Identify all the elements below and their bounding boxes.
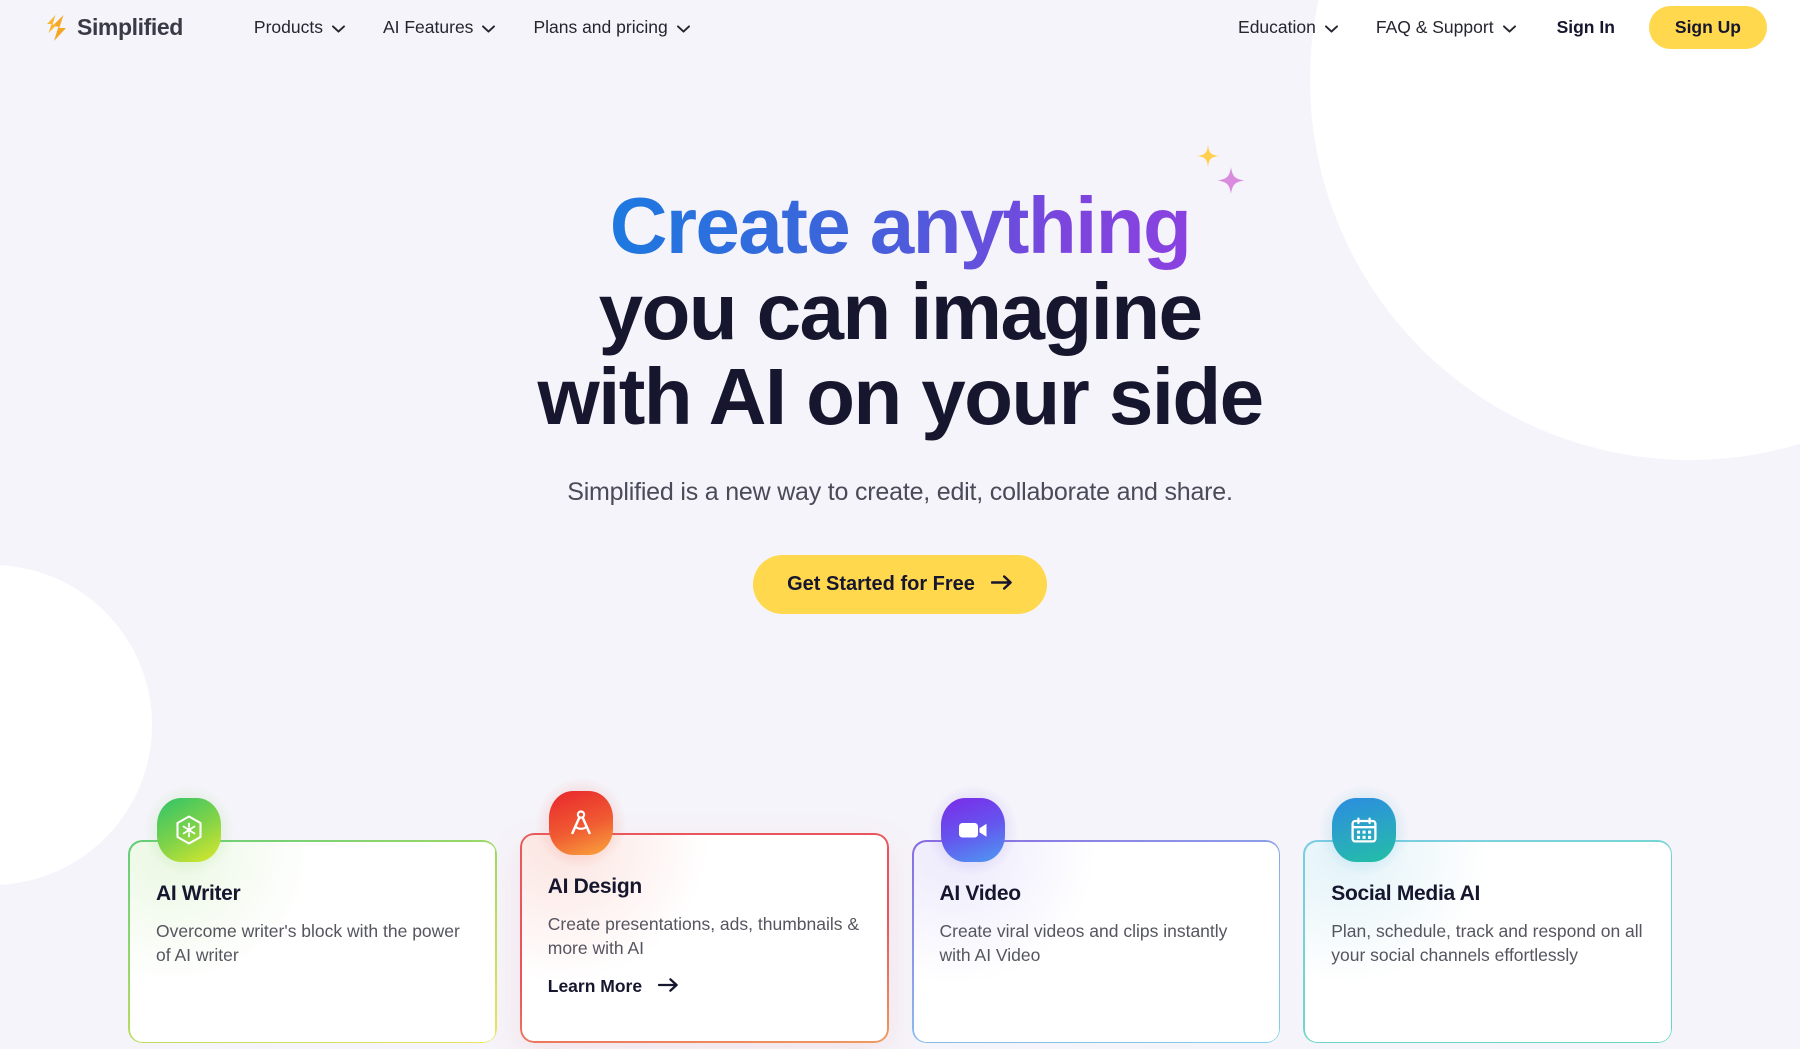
nav-item-faq-and-support-label: FAQ & Support [1375,17,1494,37]
feature-card-ai-video[interactable]: AI Video Create viral videos and clips i… [911,784,1281,1043]
page-title: Create anything you can imagine with AI … [0,145,1800,442]
simplified-bolt-logo-icon [46,14,72,42]
nav-item-education-label: Education [1238,17,1316,37]
primary-nav: Products AI Features Plans and pricing [235,8,709,47]
headline-line-1: Create anything [0,145,1800,270]
card-title: AI Writer [156,882,241,905]
headline-line-2: you can imagine [598,266,1203,356]
calendar-icon [1318,784,1411,876]
nav-item-products-label: Products [253,17,323,37]
nav-item-products[interactable]: Products [235,8,364,47]
hero-subtitle: Simplified is a new way to create, edit,… [567,477,1233,506]
feature-card-social-media-ai[interactable]: Social Media AI Plan, schedule, track an… [1303,784,1672,1043]
card-title: AI Design [547,875,642,898]
card-description: Plan, schedule, track and respond on all… [1331,921,1643,966]
sparkle-yellow-icon [1197,145,1220,167]
hero-section: Create anything you can imagine with AI … [0,55,1800,614]
card-description: Create presentations, ads, thumbnails & … [547,914,860,959]
video-camera-icon [926,784,1019,876]
nav-item-plans-and-pricing-label: Plans and pricing [533,17,668,37]
nav-item-ai-features-label: AI Features [382,17,474,37]
arrow-right-icon [657,976,679,997]
headline-line-3: with AI on your side [537,352,1264,442]
chevron-down-icon [1324,17,1338,38]
feature-card-ai-design[interactable]: AI Design Create presentations, ads, thu… [519,777,889,1043]
chevron-down-icon [676,17,690,38]
sparkles-decoration [1194,139,1254,209]
compass-drafting-icon [534,777,627,869]
chevron-down-icon [332,17,345,38]
brand-name: Simplified [77,14,183,40]
chevron-down-icon [1502,17,1516,38]
sparkle-pink-icon [1217,167,1245,194]
headline-gradient-text: Create anything [609,181,1192,270]
nav-item-plans-and-pricing[interactable]: Plans and pricing [514,8,708,47]
card-description: Overcome writer's block with the power o… [156,921,460,966]
nav-item-education[interactable]: Education [1219,8,1357,47]
chevron-down-icon [482,17,496,38]
feature-cards: AI Writer Overcome writer's block with t… [0,777,1800,1043]
brand-logo[interactable]: Simplified [46,14,183,42]
feature-card-ai-writer[interactable]: AI Writer Overcome writer's block with t… [128,784,497,1043]
get-started-label: Get Started for Free [787,572,975,595]
card-description: Create viral videos and clips instantly … [939,921,1228,966]
get-started-button[interactable]: Get Started for Free [753,554,1047,614]
arrow-right-icon [990,573,1013,596]
sign-up-button[interactable]: Sign Up [1648,6,1767,49]
learn-more-label: Learn More [547,976,643,997]
card-title: Social Media AI [1331,882,1481,905]
sign-in-button[interactable]: Sign In [1535,8,1637,47]
card-title: AI Video [939,882,1022,905]
hexagon-sparkle-icon [143,784,235,876]
top-navbar: Simplified Products AI Features Plans an… [0,0,1800,55]
nav-item-ai-features[interactable]: AI Features [364,8,514,47]
nav-item-faq-and-support[interactable]: FAQ & Support [1357,8,1535,47]
learn-more-link[interactable]: Learn More [548,976,679,997]
secondary-nav: Education FAQ & Support Sign In Sign Up [1219,6,1767,49]
